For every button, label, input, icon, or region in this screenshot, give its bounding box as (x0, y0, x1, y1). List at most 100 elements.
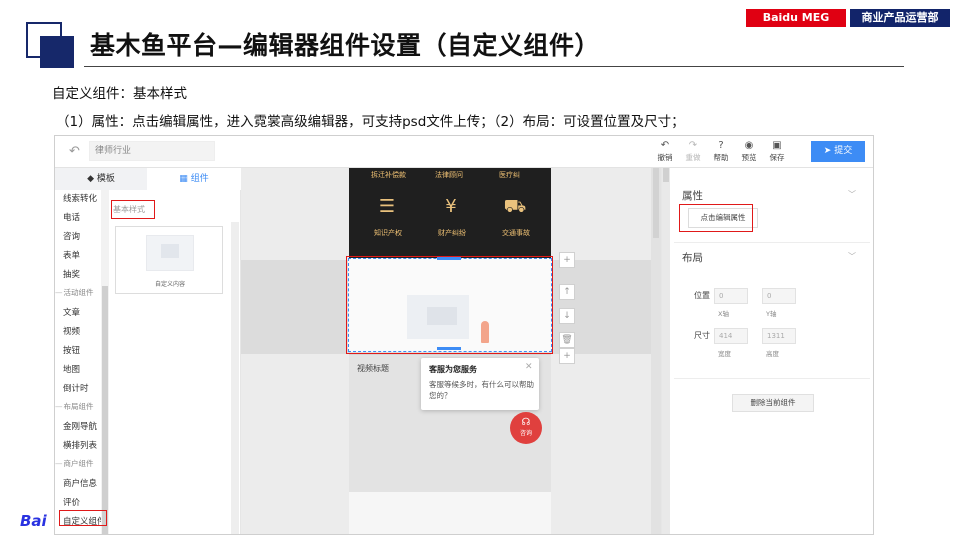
category-item[interactable]: 金刚导航 (63, 420, 97, 432)
toolbar-button-2[interactable]: ? 帮助 (707, 140, 735, 163)
badge-baidu-meg: Baidu MEG (746, 9, 846, 27)
canvas-bottom-block (349, 492, 551, 534)
tab-template[interactable]: ◆ 模板 (55, 168, 147, 190)
baidu-logo: Bai (20, 512, 47, 530)
width-label: 宽度 (718, 350, 731, 358)
slide: 基木鱼平台—编辑器组件设置（自定义组件） Baidu MEG 商业产品运营部 自… (0, 0, 960, 540)
category-item[interactable]: 地图 (63, 363, 80, 375)
custom-component-card[interactable]: 自定义内容 (115, 226, 223, 294)
toolbar-label: 预览 (741, 153, 757, 162)
editor-window: ↶ 律师行业 ↶ 撤销 ↷ 重做? 帮助 ◉ 预览 ▣ 保存 ➤ 提交 ◆ 模板 ▦ 组件 线索… (54, 135, 874, 535)
service-top-label: 拆迁补偿款 (371, 171, 406, 179)
category-group-title: 布局组件 (55, 401, 94, 412)
category-item[interactable]: 按钮 (63, 344, 80, 356)
toolbar-icon: ◉ (744, 140, 754, 151)
service-label: 交通事故 (502, 229, 530, 237)
section-divider (674, 378, 870, 379)
component-thumbnail (146, 235, 194, 271)
service-label: 财产纠纷 (438, 229, 466, 237)
tab-component-label: 组件 (190, 174, 209, 184)
add-below-button[interactable]: + (559, 348, 575, 364)
toolbar-button-3[interactable]: ◉ 预览 (735, 140, 763, 163)
highlight-selected-component (346, 256, 553, 354)
toolbar-icon: ↷ (688, 140, 698, 151)
gallery-scrollbar[interactable] (231, 222, 239, 534)
settings-scrollbar-thumb[interactable] (663, 168, 669, 182)
category-item[interactable]: 文章 (63, 306, 80, 318)
submit-button[interactable]: ➤ 提交 (811, 141, 865, 162)
highlight-attributes-button (679, 204, 753, 232)
highlight-custom-component (59, 510, 107, 526)
component-library-panel: ◆ 模板 ▦ 组件 线索转化电话咨询表单抽奖活动组件文章视频按钮地图倒计时布局组… (55, 168, 241, 534)
width-input[interactable]: 414 (714, 328, 748, 344)
y-axis-label: Y轴 (766, 310, 777, 318)
category-item[interactable]: 倒计时 (63, 382, 89, 394)
slide-title: 基木鱼平台—编辑器组件设置（自定义组件） (90, 31, 601, 60)
category-scrollbar-thumb[interactable] (102, 286, 108, 534)
category-item[interactable]: 商户信息 (63, 477, 97, 489)
category-item[interactable]: 评价 (63, 496, 80, 508)
service-icon: ⛟ (503, 196, 527, 217)
height-input[interactable]: 1311 (762, 328, 796, 344)
category-item[interactable]: 抽奖 (63, 268, 80, 280)
consult-label: 咨询 (519, 430, 532, 437)
chat-popup: 客服为您服务 ✕ 客服等候多时，有什么可以帮助您的？ (421, 358, 539, 410)
industry-input[interactable]: 律师行业 (89, 141, 215, 161)
headset-icon: ☊ (521, 417, 531, 428)
service-grid-component[interactable]: 拆迁补偿款 法律顾问 医疗纠 ☰ 知识产权 ¥ 财产纠纷 ⛟ 交通事故 (349, 168, 551, 258)
toolbar-button-1[interactable]: ↷ 重做 (679, 140, 707, 163)
toolbar-button-4[interactable]: ▣ 保存 (763, 140, 791, 163)
category-group-title: 商户组件 (55, 458, 94, 469)
delete-icon[interactable]: 🗑 (559, 332, 575, 348)
editor-toolbar: ↶ 律师行业 ↶ 撤销 ↷ 重做? 帮助 ◉ 预览 ▣ 保存 ➤ 提交 (55, 136, 873, 168)
toolbar-button-0[interactable]: ↶ 撤销 (651, 140, 679, 163)
category-item[interactable]: 线索转化 (63, 192, 97, 204)
category-item[interactable]: 咨询 (63, 230, 80, 242)
description-line-1: 自定义组件：基本样式 (52, 86, 187, 102)
attr-section-title[interactable]: 属性 (682, 188, 703, 203)
badge-department: 商业产品运营部 (850, 9, 950, 27)
service-icon: ☰ (378, 196, 396, 217)
add-above-button[interactable]: + (559, 252, 575, 268)
consult-button[interactable]: ☊ 咨询 (510, 412, 542, 444)
chat-message: 客服等候多时，有什么可以帮助您的？ (429, 380, 534, 400)
highlight-basic-style (111, 200, 155, 219)
category-item[interactable]: 视频 (63, 325, 80, 337)
grid-icon: ▦ (179, 174, 188, 184)
toolbar-label: 重做 (685, 153, 701, 162)
position-x-input[interactable]: 0 (714, 288, 748, 304)
category-item[interactable]: 电话 (63, 211, 80, 223)
layout-section-title[interactable]: 布局 (682, 250, 703, 265)
category-item[interactable]: 表单 (63, 249, 80, 261)
close-icon[interactable]: ✕ (525, 362, 533, 372)
component-card-label: 自定义内容 (154, 281, 185, 288)
service-top-label: 法律顾问 (435, 171, 463, 179)
position-y-input[interactable]: 0 (762, 288, 796, 304)
tab-component[interactable]: ▦ 组件 (147, 168, 241, 190)
send-icon: ➤ (823, 146, 832, 156)
canvas-scrollbar-thumb[interactable] (653, 168, 659, 238)
settings-scrollbar[interactable] (662, 168, 670, 534)
category-item[interactable]: 横排列表 (63, 439, 97, 451)
template-icon: ◆ (87, 174, 95, 184)
move-down-button[interactable]: ↓ (559, 308, 575, 324)
title-divider (84, 66, 904, 67)
toolbar-icon: ▣ (772, 140, 782, 151)
tab-template-label: 模板 (96, 174, 115, 184)
chevron-down-icon[interactable]: ﹀ (848, 251, 856, 262)
toolbar-icon: ↶ (660, 140, 670, 151)
toolbar-label: 帮助 (713, 153, 729, 162)
delete-component-button[interactable]: 删除当前组件 (732, 394, 814, 412)
height-label: 高度 (766, 350, 779, 358)
toolbar-label: 保存 (769, 153, 785, 162)
position-label: 位置 (694, 291, 710, 300)
chevron-down-icon[interactable]: ﹀ (848, 189, 856, 200)
toolbar-icon: ? (718, 140, 724, 151)
category-group-title: 活动组件 (55, 287, 94, 298)
video-title: 视频标题 (357, 364, 389, 373)
description-line-2: （1）属性：点击编辑属性，进入霓裳高级编辑器，可支持psd文件上传；（2）布局：… (56, 114, 685, 130)
back-icon[interactable]: ↶ (69, 144, 80, 159)
service-label: 知识产权 (374, 229, 402, 237)
service-top-label: 医疗纠 (499, 171, 520, 179)
move-up-button[interactable]: ↑ (559, 284, 575, 300)
